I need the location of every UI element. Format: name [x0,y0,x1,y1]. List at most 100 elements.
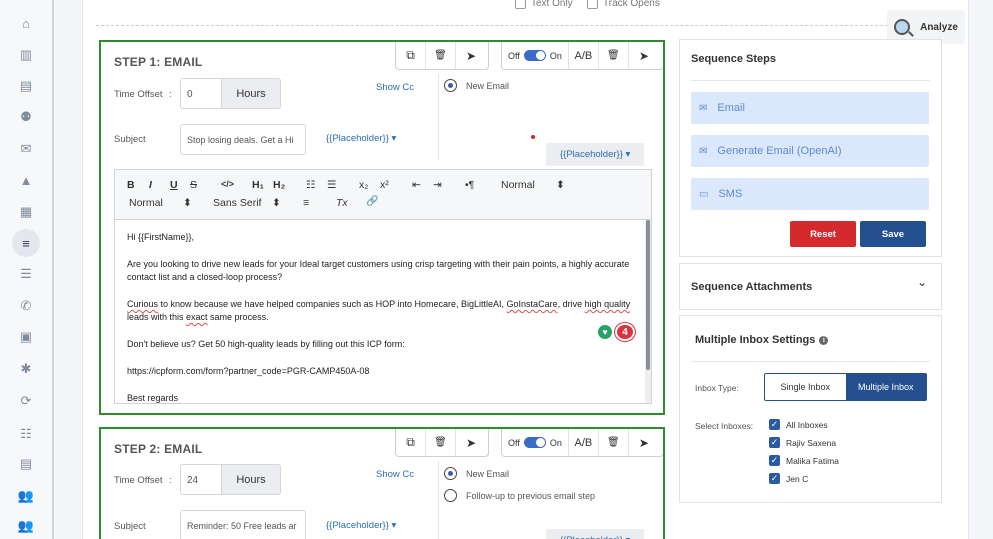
font-select[interactable]: Sans Serif [213,197,261,209]
code-button[interactable]: </> [221,179,234,189]
step-generate-email[interactable]: ✉ Generate Email (OpenAI) [691,135,929,167]
radio-button[interactable] [444,489,457,502]
send-icon[interactable]: ➤ [456,429,486,456]
superscript-button[interactable]: x² [380,179,389,191]
bold-button[interactable]: B [127,179,135,191]
rtl-icon[interactable]: •¶ [465,179,474,191]
time-offset-input[interactable]: 24 [180,464,221,495]
underline-button[interactable]: U [170,179,178,191]
step-email[interactable]: ✉ Email [691,92,929,124]
home-icon[interactable]: ⌂ [16,13,36,33]
on-off-toggle[interactable]: Off On [502,429,569,456]
radio-button[interactable] [444,467,457,480]
mail-icon: ✉ [699,145,708,157]
team-icon[interactable]: 👥 [16,516,36,536]
reset-button[interactable]: Reset [790,221,856,247]
placeholder-dropdown[interactable]: {{Placeholder}} ▾ [326,133,396,144]
sequence-icon[interactable]: ≡ [12,229,40,257]
document-icon[interactable]: ▣ [16,327,36,347]
info-icon[interactable]: i [819,336,829,345]
ab-test-button[interactable]: A/B [569,429,599,456]
copy-icon[interactable]: ⧉ [396,42,426,69]
refresh-icon[interactable]: ⟳ [16,391,36,411]
step-actions-toolbar: ⧉ 🗑 ➤ [395,42,489,70]
grammar-widget[interactable]: ♥ 4 [598,323,635,341]
checkbox-checked[interactable]: ✓ [769,455,780,466]
subscript-button[interactable]: x₂ [359,179,368,191]
team-icon[interactable]: 👥 [16,486,36,506]
scrollbar[interactable] [645,220,651,403]
ab-test-button[interactable]: A/B [569,42,599,69]
show-cc-link[interactable]: Show Cc [376,82,414,93]
hours-unit: Hours [221,464,281,495]
header-select[interactable]: Normal [129,197,163,209]
show-cc-link[interactable]: Show Cc [376,469,414,480]
bug-icon[interactable]: ✱ [16,359,36,379]
inbox-option[interactable]: ✓ Rajiv Saxena [769,437,836,448]
send-icon[interactable]: ➤ [629,429,659,456]
follow-up-radio[interactable]: Follow-up to previous email step [444,489,595,502]
send-icon[interactable]: ➤ [456,42,486,69]
link-icon[interactable]: 🔗 [366,196,378,207]
checkbox-checked[interactable]: ✓ [769,473,780,484]
strike-button[interactable]: S [190,179,197,191]
tasks-icon[interactable]: ☰ [16,264,36,284]
attachments-panel[interactable]: Sequence Attachments ⌄ [679,263,942,310]
trash-icon[interactable]: 🗑 [426,42,456,69]
time-offset-input[interactable]: 0 [180,78,221,109]
editor-content[interactable]: Hi {{FirstName}}, Are you looking to dri… [115,220,651,403]
size-select[interactable]: Normal [501,179,535,191]
new-email-radio[interactable]: New Email [444,467,509,480]
contacts-icon[interactable]: ▤ [16,76,36,96]
email-editor[interactable]: B I U S </> H₁ H₂ ☷ ☰ x₂ x² ⇤ ⇥ •¶ Norma… [114,169,652,404]
placeholder-dropdown[interactable]: {{Placeholder}} ▾ [326,520,396,531]
send-icon[interactable]: ➤ [629,42,659,69]
flask-icon[interactable]: ▲ [16,170,36,190]
toggle-switch[interactable] [523,50,546,61]
track-opens-checkbox[interactable]: Track Opens [587,0,660,9]
clear-format-icon[interactable]: Tx [336,197,348,209]
bulb-icon[interactable]: ♥ [598,325,612,339]
indent-icon[interactable]: ⇥ [433,179,442,191]
issue-count-badge[interactable]: 4 [615,323,635,341]
checkbox-checked[interactable]: ✓ [769,437,780,448]
toggle-switch[interactable] [523,437,546,448]
bank-icon[interactable]: ▥ [16,45,36,65]
italic-button[interactable]: I [149,179,152,191]
checkbox-box[interactable] [587,0,598,9]
checkbox-checked[interactable]: ✓ [769,419,780,430]
radio-button[interactable] [444,79,457,92]
phone-icon[interactable]: ✆ [16,296,36,316]
inbox-option[interactable]: ✓ Jen C [769,473,808,484]
subject-input[interactable]: Reminder: 50 Free leads ar [180,510,306,539]
list-icon[interactable]: ☷ [16,424,36,444]
single-inbox-option[interactable]: Single Inbox [765,374,846,400]
step-sms[interactable]: ▭ SMS [691,178,929,210]
campaign-icon[interactable]: ▦ [16,202,36,222]
h1-button[interactable]: H₁ [252,179,264,191]
trash-icon[interactable]: 🗑 [426,429,456,456]
h2-button[interactable]: H₂ [273,179,285,191]
users-icon[interactable]: ⚉ [16,107,36,127]
placeholder-dropdown[interactable]: {{Placeholder}} ▾ [546,143,645,166]
trash-icon[interactable]: 🗑 [599,42,629,69]
report-icon[interactable]: ▤ [16,454,36,474]
chevron-down-icon[interactable]: ⌄ [917,275,927,289]
bullet-list-icon[interactable]: ☰ [327,179,336,191]
copy-icon[interactable]: ⧉ [396,429,426,456]
inbox-option[interactable]: ✓ All Inboxes [769,419,828,430]
trash-icon[interactable]: 🗑 [599,429,629,456]
save-button[interactable]: Save [860,221,926,247]
placeholder-dropdown[interactable]: {{Placeholder}} ▾ [546,529,645,539]
ordered-list-icon[interactable]: ☷ [306,179,315,191]
on-off-toggle[interactable]: Off On [502,42,569,69]
multiple-inbox-option[interactable]: Multiple Inbox [845,374,926,400]
text-only-checkbox[interactable]: Text Only [515,0,573,9]
checkbox-box[interactable] [515,0,526,9]
outdent-icon[interactable]: ⇤ [412,179,421,191]
inbox-option[interactable]: ✓ Malika Fatima [769,455,839,466]
new-email-radio[interactable]: New Email [444,79,509,92]
subject-input[interactable]: Stop losing deals. Get a Hi [180,124,306,155]
align-icon[interactable]: ≡ [303,197,309,209]
mail-icon[interactable]: ✉ [16,139,36,159]
